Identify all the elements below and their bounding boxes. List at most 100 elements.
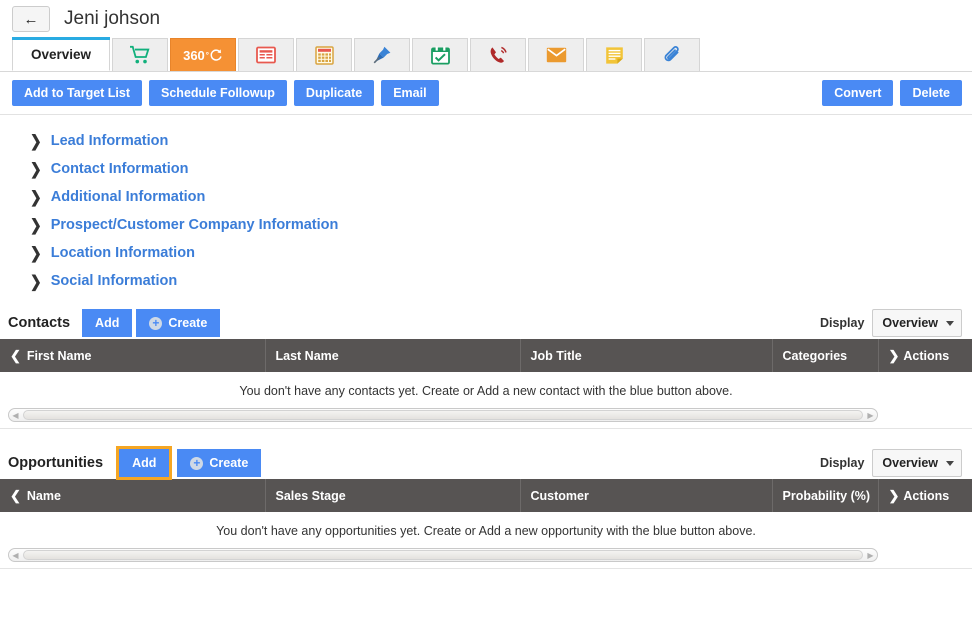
section-label: Social Information [50,273,178,289]
scrollbar-thumb[interactable] [23,550,863,560]
delete-button[interactable]: Delete [900,80,962,106]
section-contact-information[interactable]: ❯ Contact Information [0,155,972,183]
opportunities-col-name[interactable]: ❮ Name [0,479,266,512]
scroll-left-arrow-icon[interactable]: ◀ [9,549,22,561]
tab-bar: Overview 360 ° [0,37,972,72]
chevron-down-icon [946,320,954,326]
scroll-right-arrow-icon[interactable]: ▶ [864,549,877,561]
accordion-sections: ❯ Lead Information ❯ Contact Information… [0,115,972,301]
sort-left-arrow-icon[interactable]: ❮ [10,348,21,363]
tab-360-label: 360 [183,47,205,63]
opportunities-display-value: Overview [882,456,938,470]
phone-call-icon [488,45,508,65]
tab-360[interactable]: 360 ° [170,38,237,71]
opportunities-add-button[interactable]: Add [116,446,173,480]
note-icon [605,46,624,65]
opportunities-col-probability[interactable]: Probability (%) [772,479,879,512]
opportunities-panel-separator [0,568,972,569]
contacts-panel: Contacts Add + Create Display Overview ❮… [0,307,972,429]
opportunities-create-label: Create [209,456,249,470]
tab-calculator[interactable] [296,38,353,71]
chevron-right-icon: ❯ [30,131,42,151]
contacts-empty-message: You don't have any contacts yet. Create … [239,384,733,398]
calendar-check-icon [430,46,450,65]
section-lead-information[interactable]: ❯ Lead Information [0,127,972,155]
contacts-add-label: Add [95,316,120,330]
back-arrow-icon[interactable]: ← [12,6,50,32]
section-additional-information[interactable]: ❯ Additional Information [0,183,972,211]
chevron-right-icon: ❯ [30,243,42,263]
sort-left-arrow-icon[interactable]: ❮ [10,488,21,503]
opportunities-empty-row: You don't have any opportunities yet. Cr… [0,512,972,548]
contacts-display-label: Display [819,316,865,330]
pin-icon [372,45,392,65]
shopping-cart-icon [129,45,151,65]
email-button[interactable]: Email [381,80,439,106]
contacts-horizontal-scrollbar[interactable]: ◀ ▶ [8,408,878,422]
opportunities-panel-title: Opportunities [8,455,104,471]
section-social-information[interactable]: ❯ Social Information [0,267,972,295]
opportunities-col-customer[interactable]: Customer [520,479,773,512]
add-to-target-list-button[interactable]: Add to Target List [12,80,143,106]
tab-overview[interactable]: Overview [12,37,111,71]
opportunities-scroll-wrap: ◀ ▶ [0,548,972,562]
tab-notes[interactable] [586,38,643,71]
scrollbar-thumb[interactable] [23,410,863,420]
chevron-right-icon: ❯ [30,215,42,235]
opportunities-panel: Opportunities Add + Create Display Overv… [0,446,972,569]
tab-documents[interactable] [238,38,295,71]
tab-emails[interactable] [528,38,585,71]
opportunities-col-sales-stage[interactable]: Sales Stage [265,479,521,512]
contacts-col-job-title[interactable]: Job Title [520,339,773,372]
schedule-followup-button[interactable]: Schedule Followup [149,80,287,106]
scroll-right-arrow-icon[interactable]: ▶ [864,409,877,421]
tab-calls[interactable] [470,38,527,71]
tab-attachments[interactable] [644,38,701,71]
chevron-right-icon: ❯ [30,271,42,291]
section-label: Contact Information [50,161,189,177]
tab-calendar[interactable] [412,38,469,71]
scroll-left-arrow-icon[interactable]: ◀ [9,409,22,421]
sort-right-arrow-icon[interactable]: ❯ [889,488,900,503]
column-label: Name [26,488,61,503]
plus-circle-icon: + [149,316,163,330]
contacts-display-select[interactable]: Overview [872,309,962,337]
section-prospect-customer-company-information[interactable]: ❯ Prospect/Customer Company Information [0,211,972,239]
section-label: Prospect/Customer Company Information [50,217,339,233]
contacts-col-last-name[interactable]: Last Name [265,339,521,372]
contacts-display-value: Overview [882,316,938,330]
sort-right-arrow-icon[interactable]: ❯ [889,348,900,363]
section-label: Additional Information [50,189,206,205]
tab-overview-label: Overview [31,46,92,62]
column-label: Actions [903,348,950,363]
contacts-col-categories[interactable]: Categories [772,339,879,372]
opportunities-create-button[interactable]: + Create [177,449,262,477]
opportunities-horizontal-scrollbar[interactable]: ◀ ▶ [8,548,878,562]
refresh-360-icon: 360 ° [183,48,223,63]
duplicate-button[interactable]: Duplicate [293,80,375,106]
contacts-add-button[interactable]: Add [82,309,133,337]
convert-button[interactable]: Convert [822,80,894,106]
opportunities-table: ❮ Name Sales Stage Customer Probability (… [0,479,972,548]
section-location-information[interactable]: ❯ Location Information [0,239,972,267]
tab-pin[interactable] [354,38,411,71]
contacts-table: ❮ First Name Last Name Job Title Categori… [0,339,972,408]
document-list-icon [256,46,276,64]
opportunities-table-header-row: ❮ Name Sales Stage Customer Probability (… [0,479,972,512]
opportunities-display-select[interactable]: Overview [872,449,962,477]
contacts-table-header-row: ❮ First Name Last Name Job Title Categori… [0,339,972,372]
tab-shopping-cart[interactable] [112,38,169,71]
calculator-icon [314,45,334,65]
opportunities-col-actions[interactable]: ❯ Actions [878,479,972,512]
opportunities-display-label: Display [819,456,865,470]
page-title: Jeni johson [64,8,161,29]
contacts-create-label: Create [168,316,208,330]
contacts-scroll-wrap: ◀ ▶ [0,408,972,422]
contacts-col-first-name[interactable]: ❮ First Name [0,339,266,372]
contacts-create-button[interactable]: + Create [136,309,221,337]
action-bar: Add to Target List Schedule Followup Dup… [0,72,972,115]
contacts-col-actions[interactable]: ❯ Actions [878,339,972,372]
opportunities-empty-message: You don't have any opportunities yet. Cr… [216,524,756,538]
section-label: Location Information [50,245,195,261]
column-label: Actions [903,488,950,503]
